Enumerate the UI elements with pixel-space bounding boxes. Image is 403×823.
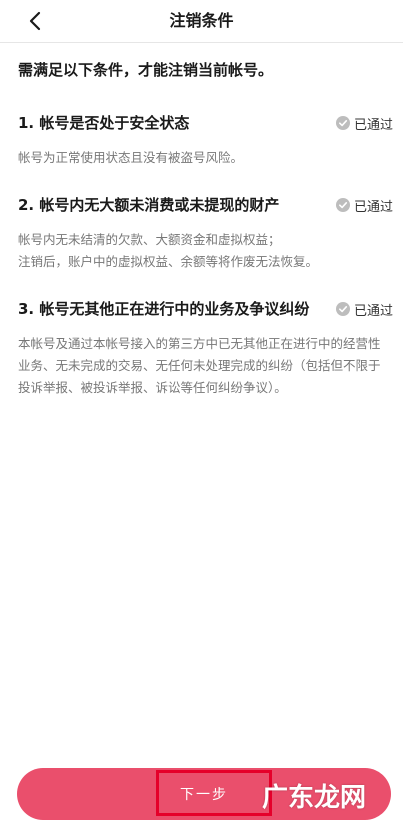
status-badge: 已通过 <box>335 111 393 135</box>
check-circle-icon <box>335 302 350 316</box>
check-circle-icon <box>335 198 350 212</box>
description-line: 帐号为正常使用状态且没有被盗号风险。 <box>18 150 244 165</box>
condition-title: 2. 帐号内无大额未消费或未提现的财产 <box>18 196 280 214</box>
status-label: 已通过 <box>353 199 393 215</box>
status-label: 已通过 <box>353 117 393 133</box>
condition-1: 1. 帐号是否处于安全状态 已通过 帐号为正常使用状态且没有被盗号风险。 <box>18 111 393 169</box>
next-step-label: 下一步 <box>180 787 228 803</box>
condition-description: 帐号内无未结清的欠款、大额资金和虚拟权益； 注销后，账户中的虚拟权益、余额等将作… <box>18 229 388 273</box>
condition-description: 帐号为正常使用状态且没有被盗号风险。 <box>18 147 388 169</box>
status-badge: 已通过 <box>335 193 393 217</box>
account-cancellation-page: 注销条件 需满足以下条件，才能注销当前帐号。 1. 帐号是否处于安全状态 已通过… <box>0 0 403 823</box>
next-step-button[interactable]: 下一步 <box>17 768 391 820</box>
condition-2: 2. 帐号内无大额未消费或未提现的财产 已通过 帐号内无未结清的欠款、大额资金和… <box>18 193 393 273</box>
intro-text: 需满足以下条件，才能注销当前帐号。 <box>18 61 274 79</box>
description-line: 本帐号及通过本帐号接入的第三方中已无其他正在进行中的经营性业务、无未完成的交易、… <box>18 336 381 395</box>
navigation-bar: 注销条件 <box>0 0 403 43</box>
condition-description: 本帐号及通过本帐号接入的第三方中已无其他正在进行中的经营性业务、无未完成的交易、… <box>18 333 388 399</box>
page-title: 注销条件 <box>169 11 234 30</box>
condition-3: 3. 帐号无其他正在进行中的业务及争议纠纷 已通过 本帐号及通过本帐号接入的第三… <box>18 297 393 399</box>
condition-title: 3. 帐号无其他正在进行中的业务及争议纠纷 <box>18 300 310 318</box>
condition-title: 1. 帐号是否处于安全状态 <box>18 114 190 132</box>
description-line: 注销后，账户中的虚拟权益、余额等将作废无法恢复。 <box>18 254 319 269</box>
status-label: 已通过 <box>353 303 393 319</box>
status-badge: 已通过 <box>335 297 393 321</box>
check-circle-icon <box>335 116 350 130</box>
description-line: 帐号内无未结清的欠款、大额资金和虚拟权益； <box>18 232 281 247</box>
